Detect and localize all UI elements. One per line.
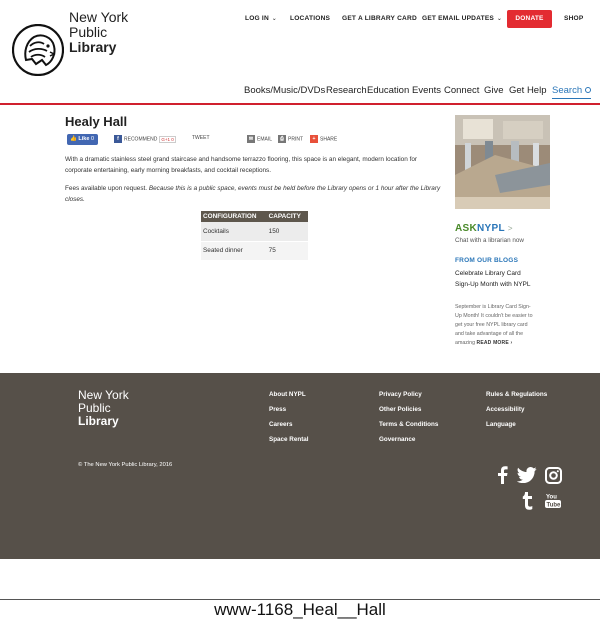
facebook-like-button[interactable]: 👍 Like 0 [67,134,98,145]
healy-hall-photo [455,115,550,209]
instagram-icon[interactable] [545,467,562,484]
email-icon: ✉ [247,135,255,143]
footer-link-careers[interactable]: Careers [269,421,309,436]
chevron-right-icon: > [507,224,513,233]
capacity-cell: 75 [266,241,308,261]
table-row: Seated dinner 75 [201,241,308,261]
get-library-card-link[interactable]: GET A LIBRARY CARD [342,15,417,22]
footer-wordmark[interactable]: New York Public Library [78,389,129,428]
table-header-row: CONFIGURATION CAPACITY [201,211,308,222]
locations-link[interactable]: LOCATIONS [290,15,330,22]
footer-link-accessibility[interactable]: Accessibility [486,406,547,421]
footer-brand-line-3: Library [78,414,119,428]
donate-button[interactable]: DONATE [507,10,552,28]
nypl-lion-logo[interactable] [12,24,64,76]
fees-paragraph: Fees available upon request. Because thi… [65,184,445,205]
svg-text:You: You [546,495,557,501]
chevron-down-icon: ⌄ [495,16,503,22]
nav-get-help[interactable]: Get Help [509,85,547,96]
column-header-capacity: CAPACITY [266,211,308,222]
nav-events[interactable]: Events [412,85,441,96]
configuration-cell: Seated dinner [201,241,267,261]
footer-link-rules[interactable]: Rules & Regulations [486,391,547,406]
nav-research[interactable]: Research [326,85,367,96]
svg-text:Tube: Tube [547,502,562,508]
site-header: New York Public Library LOG IN ⌄ LOCATIO… [0,0,600,105]
recommend-button[interactable]: f RECOMMEND G+1 0 [114,135,176,143]
footer-column-1: About NYPL Press Careers Space Rental [269,391,309,451]
configuration-cell: Cocktails [201,222,267,242]
facebook-icon: f [114,135,122,143]
copyright-text: © The New York Public Library, 2016 [78,462,173,468]
capacity-table: CONFIGURATION CAPACITY Cocktails 150 Sea… [201,211,308,261]
header-divider [0,103,600,105]
facebook-icon[interactable] [496,466,508,484]
shop-link[interactable]: SHOP [564,15,584,22]
screenshot-caption: www-1168_Heal__Hall [214,600,386,619]
nav-search[interactable]: Search [552,85,592,99]
share-bar: 👍 Like 0 f RECOMMEND G+1 0 TWEET ✉ EMAIL ⎙ P… [67,134,367,146]
share-button[interactable]: + SHARE [310,135,337,143]
search-icon [585,87,592,93]
tumblr-icon[interactable] [522,492,533,510]
main-nav: Books/Music/DVDs Research Education Even… [0,85,600,99]
footer-column-3: Rules & Regulations Accessibility Langua… [486,391,547,436]
fees-text: Fees available upon request. [65,185,149,192]
blog-post-title[interactable]: Celebrate Library Card Sign-Up Month wit… [455,268,535,290]
footer-link-press[interactable]: Press [269,406,309,421]
google-plus-button[interactable]: G+1 0 [159,135,176,143]
youtube-icon[interactable]: You Tube [545,493,561,508]
table-row: Cocktails 150 [201,222,308,242]
email-updates-link[interactable]: GET EMAIL UPDATES ⌄ [422,15,502,22]
login-link[interactable]: LOG IN ⌄ [245,15,277,22]
plus-icon: + [310,135,318,143]
footer-link-language[interactable]: Language [486,421,547,436]
capacity-cell: 150 [266,222,308,242]
nav-connect[interactable]: Connect [444,85,479,96]
footer-link-terms[interactable]: Terms & Conditions [379,421,438,436]
description-paragraph: With a dramatic stainless steel grand st… [65,156,418,174]
footer-column-2: Privacy Policy Other Policies Terms & Co… [379,391,438,451]
nav-books-music-dvds[interactable]: Books/Music/DVDs [244,85,325,96]
nav-education[interactable]: Education [367,85,409,96]
footer-link-space-rental[interactable]: Space Rental [269,436,309,451]
footer-link-privacy[interactable]: Privacy Policy [379,391,438,406]
footer-link-governance[interactable]: Governance [379,436,438,451]
blog-post-excerpt: September is Library Card Sign-Up Month!… [455,304,533,346]
ask-nypl-link[interactable]: ASKNYPL > [455,223,513,234]
page-title: Healy Hall [65,114,128,129]
tweet-button[interactable]: TWEET [192,135,210,141]
read-more-link[interactable]: READ MORE › [477,340,513,346]
nav-give[interactable]: Give [484,85,504,96]
twitter-icon[interactable] [517,467,537,483]
ask-nypl-subtitle[interactable]: Chat with a librarian now [455,237,524,244]
brand-line-3: Library [69,39,117,55]
footer-link-other-policies[interactable]: Other Policies [379,406,438,421]
email-share-button[interactable]: ✉ EMAIL [247,135,272,143]
footer-link-about[interactable]: About NYPL [269,391,309,406]
site-footer: New York Public Library About NYPL Press… [0,373,600,559]
column-header-configuration: CONFIGURATION [201,211,267,222]
blogs-heading: FROM OUR BLOGS [455,257,519,264]
print-button[interactable]: ⎙ PRINT [278,135,303,143]
chevron-down-icon: ⌄ [269,16,278,22]
print-icon: ⎙ [278,135,286,143]
